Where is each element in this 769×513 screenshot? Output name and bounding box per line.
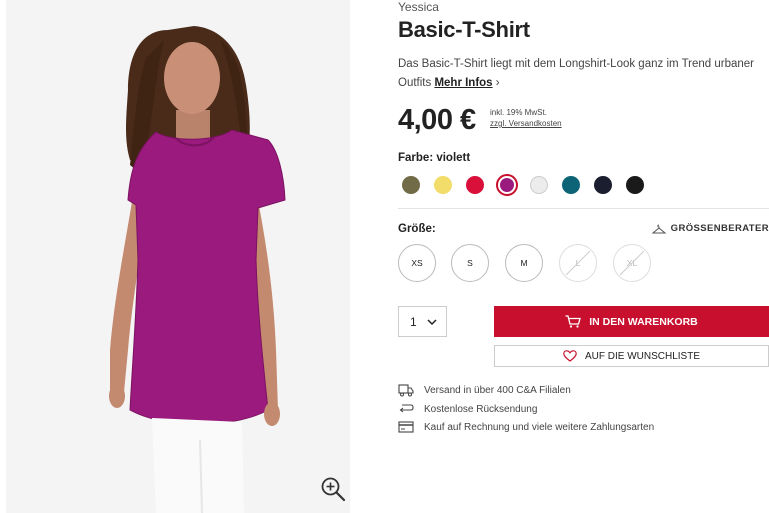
tax-info: inkl. 19% MwSt. zzgl. Versandkosten bbox=[490, 107, 562, 129]
model-photo bbox=[6, 0, 350, 513]
product-page: Yessica Basic-T-Shirt Das Basic-T-Shirt … bbox=[0, 0, 769, 513]
swatch-color bbox=[434, 176, 452, 194]
swatch-color bbox=[530, 176, 548, 194]
shipping-cost-link[interactable]: zzgl. Versandkosten bbox=[490, 119, 562, 128]
heart-icon bbox=[563, 350, 577, 362]
color-swatch-petrol[interactable] bbox=[560, 174, 582, 196]
hanger-icon bbox=[651, 224, 666, 233]
color-swatch-yellow[interactable] bbox=[432, 174, 454, 196]
swatch-color bbox=[626, 176, 644, 194]
swatch-color bbox=[562, 176, 580, 194]
wishlist-label: AUF DIE WUNSCHLISTE bbox=[584, 350, 700, 362]
tax-note: inkl. 19% MwSt. bbox=[490, 108, 547, 117]
brand-name: Yessica bbox=[398, 0, 439, 14]
color-swatch-violett[interactable] bbox=[496, 174, 518, 196]
chevron-right-icon: › bbox=[495, 75, 500, 89]
size-label-text: M bbox=[520, 258, 528, 268]
divider bbox=[398, 208, 769, 209]
color-swatch-white[interactable] bbox=[528, 174, 550, 196]
color-swatch-navy[interactable] bbox=[592, 174, 614, 196]
feature-payment: Kauf auf Rechnung und viele weitere Zahl… bbox=[398, 419, 654, 435]
swatch-color bbox=[594, 176, 612, 194]
unavailable-strike-icon bbox=[565, 250, 591, 276]
color-label: Farbe: violett bbox=[398, 152, 471, 164]
zoom-icon[interactable] bbox=[320, 476, 346, 502]
size-option-s[interactable]: S bbox=[451, 244, 489, 282]
size-label: Größe: bbox=[398, 223, 436, 235]
product-price: 4,00 € bbox=[398, 104, 476, 136]
color-swatch-olive[interactable] bbox=[400, 174, 422, 196]
product-image[interactable] bbox=[6, 0, 350, 513]
feature-text: Kostenlose Rücksendung bbox=[424, 403, 538, 415]
swatch-color bbox=[466, 176, 484, 194]
color-swatch-red[interactable] bbox=[464, 174, 486, 196]
swatch-color bbox=[402, 176, 420, 194]
swatch-color bbox=[500, 178, 514, 192]
size-label-text: S bbox=[467, 258, 473, 268]
truck-icon bbox=[398, 384, 414, 397]
size-guide-label: GRÖSSENBERATER bbox=[670, 223, 769, 234]
unavailable-strike-icon bbox=[619, 250, 645, 276]
size-guide-link[interactable]: GRÖSSENBERATER bbox=[651, 223, 769, 234]
size-label-text: XS bbox=[411, 258, 423, 268]
product-description: Das Basic-T-Shirt liegt mit dem Longshir… bbox=[398, 55, 758, 92]
feature-shipping: Versand in über 400 C&A Filialen bbox=[398, 382, 571, 398]
cart-icon bbox=[565, 315, 582, 328]
feature-returns: Kostenlose Rücksendung bbox=[398, 401, 537, 417]
feature-text: Versand in über 400 C&A Filialen bbox=[424, 384, 571, 396]
feature-text: Kauf auf Rechnung und viele weitere Zahl… bbox=[424, 421, 655, 433]
wishlist-button[interactable]: AUF DIE WUNSCHLISTE bbox=[494, 345, 769, 367]
color-swatch-black[interactable] bbox=[624, 174, 646, 196]
product-title: Basic-T-Shirt bbox=[398, 17, 530, 42]
chevron-down-icon bbox=[427, 319, 437, 326]
size-option-xs[interactable]: XS bbox=[398, 244, 436, 282]
add-to-cart-button[interactable]: IN DEN WARENKORB bbox=[494, 306, 769, 337]
quantity-select[interactable]: 1 bbox=[398, 306, 447, 337]
size-option-xl: XL bbox=[613, 244, 651, 282]
size-option-l: L bbox=[559, 244, 597, 282]
more-info-link[interactable]: Mehr Infos bbox=[434, 77, 492, 89]
add-to-cart-label: IN DEN WARENKORB bbox=[589, 315, 698, 328]
credit-card-icon bbox=[398, 421, 414, 433]
quantity-value: 1 bbox=[410, 314, 417, 329]
return-icon bbox=[399, 404, 414, 413]
size-option-m[interactable]: M bbox=[505, 244, 543, 282]
